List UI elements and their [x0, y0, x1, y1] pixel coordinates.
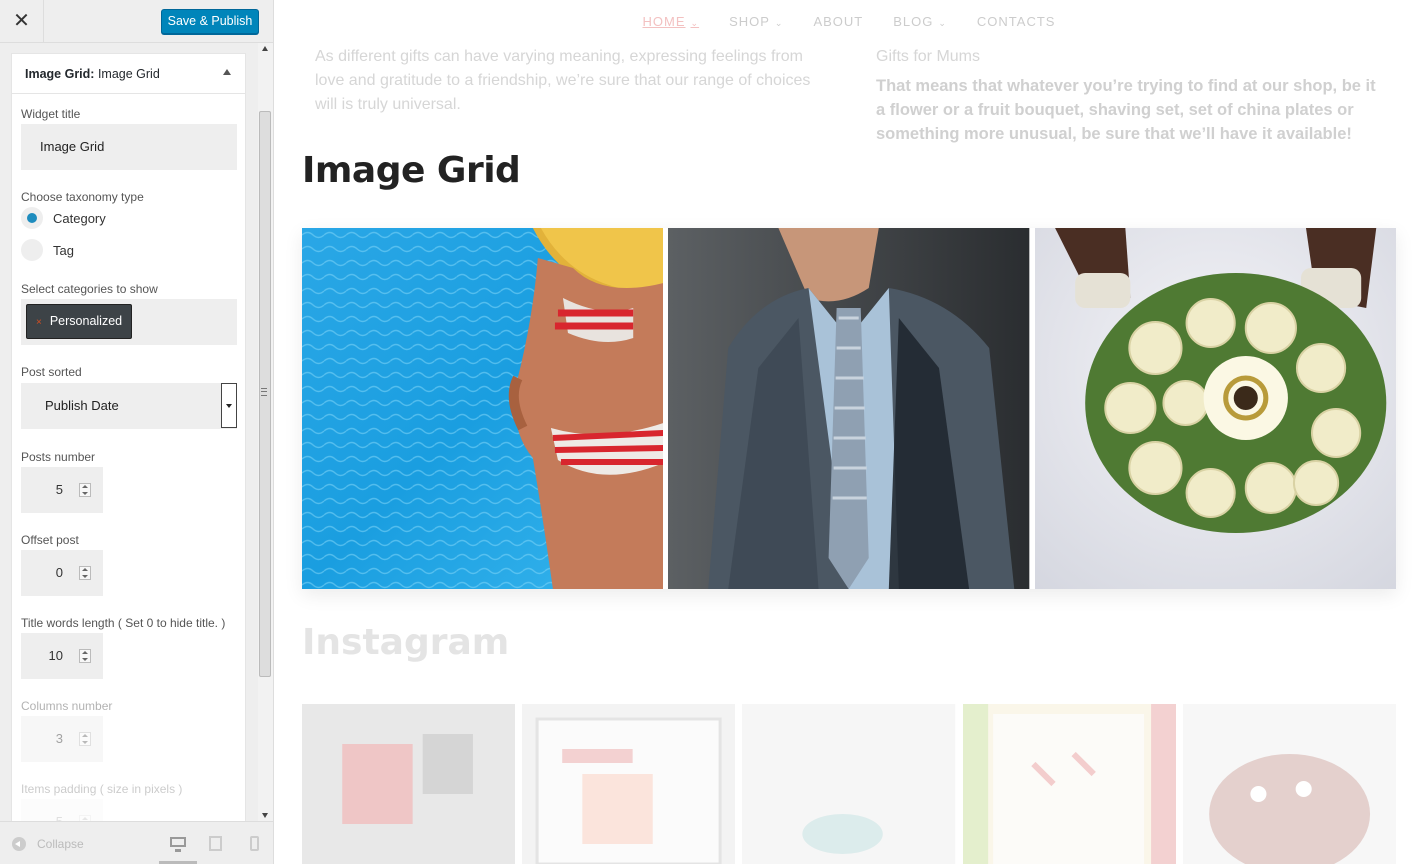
radio-category[interactable]: Category: [21, 206, 106, 230]
radio-category-label: Category: [53, 210, 106, 226]
instagram-image-3[interactable]: [742, 704, 956, 864]
instagram-image-2[interactable]: [522, 704, 736, 864]
collapse-icon[interactable]: [12, 837, 26, 851]
framed-card-photo: [522, 704, 736, 864]
widget-header-title: Image Grid: Image Grid: [25, 67, 160, 81]
chevron-down-icon: ⌄: [774, 18, 784, 28]
collapse-arrow-icon[interactable]: [223, 69, 231, 75]
columns-value: 3: [55, 731, 63, 746]
items-padding-label: Items padding ( size in pixels ): [21, 782, 183, 796]
sidebar-footer: Collapse: [0, 821, 273, 864]
grid-image-suit[interactable]: [668, 228, 1030, 589]
widget-header-title-bold: Image Grid:: [25, 67, 95, 81]
category-chip: × Personalized: [26, 304, 133, 339]
grid-image-bouquet[interactable]: [1034, 228, 1396, 589]
nav-item-shop[interactable]: SHOP ⌄: [729, 0, 783, 44]
widget-panel: Image Grid: Image Grid Widget title Imag…: [11, 53, 246, 821]
stepper-icon[interactable]: [79, 649, 91, 663]
plush-toy-photo: [1182, 704, 1397, 864]
title-words-input[interactable]: 10: [21, 633, 103, 679]
instagram-image-1[interactable]: [302, 704, 516, 864]
widget-header[interactable]: Image Grid: Image Grid: [12, 54, 245, 94]
blurred-photo: [742, 704, 956, 864]
remove-chip-icon[interactable]: ×: [36, 317, 42, 328]
scroll-down-icon[interactable]: [262, 813, 268, 818]
image-grid: [302, 228, 1396, 589]
radio-checked-icon[interactable]: [21, 207, 43, 229]
instagram-image-4[interactable]: [962, 704, 1176, 864]
pool-photo: [302, 228, 664, 589]
save-publish-button[interactable]: Save & Publish: [161, 9, 259, 34]
post-sorted-value: Publish Date: [45, 398, 119, 413]
instagram-feed: [302, 704, 1397, 864]
radio-tag[interactable]: Tag: [21, 238, 74, 262]
suit-photo: [668, 228, 1030, 589]
columns-label: Columns number: [21, 699, 113, 713]
nav-item-home-label: HOME: [642, 14, 686, 29]
radio-unchecked-icon[interactable]: [21, 239, 43, 261]
resize-grip-icon[interactable]: [261, 388, 267, 396]
categories-select[interactable]: × Personalized: [21, 299, 237, 345]
sidebar-header: ✕ Save & Publish: [0, 0, 273, 43]
calendar-photo: [962, 704, 1176, 864]
nav-item-shop-label: SHOP: [729, 14, 770, 29]
post-sorted-select[interactable]: Publish Date: [21, 383, 237, 429]
chevron-down-icon[interactable]: [221, 383, 237, 428]
category-chip-label: Personalized: [49, 314, 123, 328]
nav-item-about[interactable]: ABOUT: [813, 0, 863, 44]
close-icon[interactable]: ✕: [0, 0, 44, 43]
gifts-text: That means that whatever you’re trying t…: [876, 77, 1376, 143]
posts-number-label: Posts number: [21, 450, 96, 464]
intro-text: As different gifts can have varying mean…: [315, 48, 811, 113]
chevron-down-icon: ⌄: [690, 18, 700, 28]
items-padding-input[interactable]: 5: [21, 799, 103, 821]
offset-input[interactable]: 0: [21, 550, 103, 596]
scroll-up-icon[interactable]: [262, 46, 268, 51]
grid-image-pool[interactable]: [302, 228, 664, 589]
stepper-icon[interactable]: [79, 483, 91, 497]
stepper-icon[interactable]: [79, 732, 91, 746]
nav-item-home[interactable]: HOME ⌄: [643, 0, 700, 44]
offset-value: 0: [55, 565, 63, 580]
posts-number-value: 5: [55, 482, 63, 497]
widget-header-title-name: Image Grid: [97, 67, 160, 81]
widget-title-label: Widget title: [21, 107, 81, 121]
gifts-heading: Gifts for Mums: [876, 48, 981, 65]
offset-label: Offset post: [21, 533, 79, 547]
site-nav: HOME ⌄ SHOP ⌄ ABOUT BLOG ⌄ CONTACTS: [274, 0, 1424, 44]
image-grid-title: Image Grid: [302, 150, 521, 191]
sidebar-scroll-area: Image Grid: Image Grid Widget title Imag…: [0, 43, 273, 821]
widget-title-input[interactable]: Image Grid: [21, 124, 237, 170]
title-words-value: 10: [48, 648, 63, 663]
items-padding-value: 5: [56, 814, 63, 821]
bouquet-photo: [1034, 228, 1396, 589]
collapse-label[interactable]: Collapse: [37, 837, 84, 851]
mobile-icon[interactable]: [250, 836, 259, 851]
site-preview: HOME ⌄ SHOP ⌄ ABOUT BLOG ⌄ CONTACTS As diff…: [274, 0, 1424, 864]
desktop-icon[interactable]: [170, 837, 186, 852]
posts-number-input[interactable]: 5: [21, 467, 103, 513]
title-words-label: Title words length ( Set 0 to hide title…: [21, 616, 226, 630]
stepper-icon[interactable]: [79, 566, 91, 580]
sidebar-scrollbar[interactable]: [258, 43, 273, 821]
nav-item-blog-label: BLOG: [893, 14, 934, 29]
radio-tag-label: Tag: [53, 242, 74, 258]
instagram-image-5[interactable]: [1182, 704, 1397, 864]
tablet-icon[interactable]: [209, 836, 222, 851]
columns-input[interactable]: 3: [21, 716, 103, 762]
gift-box-photo: [302, 704, 516, 864]
customizer-sidebar: ✕ Save & Publish Image Grid: Image Grid …: [0, 0, 274, 864]
nav-item-contacts[interactable]: CONTACTS: [977, 0, 1056, 44]
nav-item-blog[interactable]: BLOG ⌄: [893, 0, 947, 44]
chevron-down-icon: ⌄: [938, 18, 947, 28]
post-sorted-label: Post sorted: [21, 365, 82, 379]
categories-label: Select categories to show: [21, 282, 158, 296]
instagram-title: Instagram: [302, 622, 510, 663]
taxonomy-label: Choose taxonomy type: [21, 190, 144, 204]
